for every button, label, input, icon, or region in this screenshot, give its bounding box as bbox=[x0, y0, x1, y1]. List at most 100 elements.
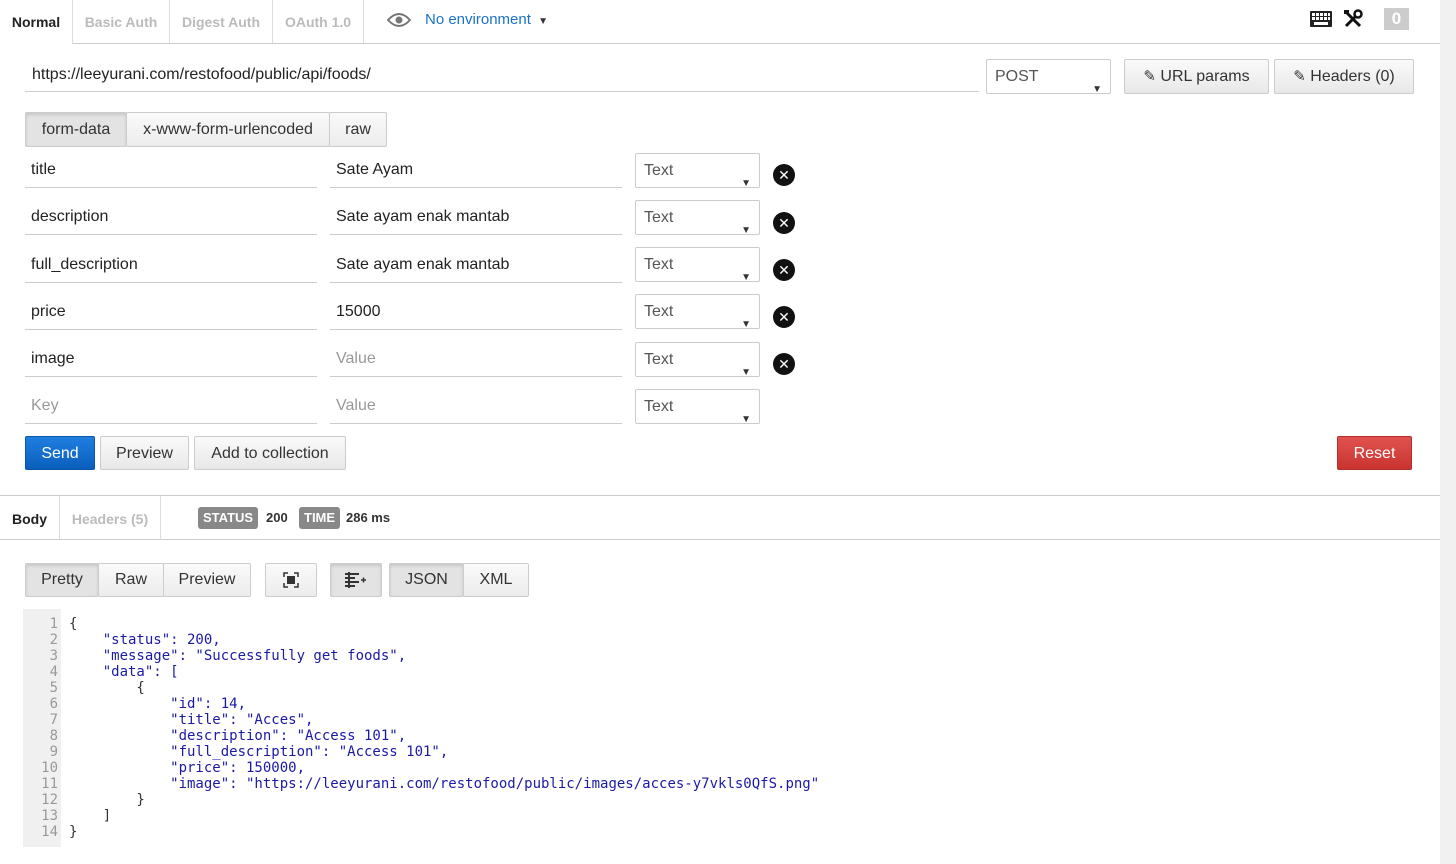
code-line-link[interactable]: "image": "https://leeyurani.com/restofoo… bbox=[69, 776, 819, 792]
line-number: 7 bbox=[49, 712, 58, 728]
value-input[interactable]: Value bbox=[330, 342, 622, 377]
value-input[interactable]: Sate ayam enak mantab bbox=[330, 200, 622, 235]
value-input[interactable]: Sate ayam enak mantab bbox=[330, 248, 622, 283]
line-number: 2 bbox=[49, 632, 58, 648]
type-select[interactable]: Text ▼ bbox=[635, 389, 760, 425]
type-value: Text bbox=[644, 398, 674, 415]
wrap-lines-icon bbox=[345, 572, 366, 588]
fullscreen-button[interactable] bbox=[265, 563, 317, 597]
line-number: 3 bbox=[49, 648, 58, 664]
keyboard-icon[interactable] bbox=[1309, 10, 1333, 28]
headers-label: Headers (0) bbox=[1310, 68, 1395, 85]
method-select[interactable]: POST ▼ bbox=[986, 59, 1111, 95]
url-input[interactable]: https://leeyurani.com/restofood/public/a… bbox=[25, 58, 979, 92]
caret-down-icon: ▼ bbox=[1092, 83, 1102, 95]
tab-xml[interactable]: XML bbox=[463, 563, 529, 597]
code-line: "data": [ bbox=[69, 664, 179, 680]
caret-down-icon: ▼ bbox=[538, 16, 548, 27]
remove-row-icon[interactable]: ✕ bbox=[773, 164, 795, 186]
send-button[interactable]: Send bbox=[25, 436, 95, 470]
type-select[interactable]: Text ▼ bbox=[635, 294, 760, 330]
type-select[interactable]: Text ▼ bbox=[635, 200, 760, 236]
code-line: } bbox=[69, 824, 78, 840]
reset-button[interactable]: Reset bbox=[1337, 436, 1412, 470]
url-params-label: URL params bbox=[1160, 68, 1250, 85]
line-number: 13 bbox=[41, 808, 58, 824]
status-badge: STATUS bbox=[198, 507, 259, 529]
type-value: Text bbox=[644, 209, 674, 226]
environment-label: No environment bbox=[425, 11, 531, 28]
vertical-scrollbar[interactable] bbox=[1440, 0, 1456, 864]
value-input[interactable]: Value bbox=[330, 389, 622, 424]
settings-tools-icon[interactable] bbox=[1343, 9, 1363, 29]
type-value: Text bbox=[644, 256, 674, 273]
line-number: 9 bbox=[49, 744, 58, 760]
key-input[interactable]: Key bbox=[25, 389, 317, 424]
tab-response-body[interactable]: Body bbox=[0, 496, 60, 540]
tab-pretty[interactable]: Pretty bbox=[25, 563, 99, 597]
type-select[interactable]: Text ▼ bbox=[635, 247, 760, 283]
key-input[interactable]: title bbox=[25, 153, 317, 188]
code-line: "message": "Successfully get foods", bbox=[69, 648, 407, 664]
caret-down-icon: ▼ bbox=[741, 318, 751, 330]
remove-row-icon[interactable]: ✕ bbox=[773, 306, 795, 328]
edit-icon: ✎ bbox=[1293, 68, 1306, 85]
tab-basic-auth[interactable]: Basic Auth bbox=[73, 0, 170, 43]
line-number: 5 bbox=[49, 680, 58, 696]
environment-selector[interactable]: No environment ▼ bbox=[425, 0, 548, 40]
type-value: Text bbox=[644, 162, 674, 179]
code-line: "id": 14, bbox=[69, 696, 247, 712]
time-badge: TIME bbox=[299, 507, 341, 529]
tab-form-data[interactable]: form-data bbox=[25, 112, 127, 147]
tab-preview-response[interactable]: Preview bbox=[163, 563, 251, 597]
tab-raw[interactable]: raw bbox=[329, 112, 387, 147]
status-value: 200 bbox=[266, 510, 288, 525]
tab-x-www-form-urlencoded[interactable]: x-www-form-urlencoded bbox=[126, 112, 330, 147]
code-line: "title": "Acces", bbox=[69, 712, 314, 728]
add-to-collection-button[interactable]: Add to collection bbox=[194, 436, 346, 470]
edit-icon: ✎ bbox=[1143, 68, 1156, 85]
key-input[interactable]: full_description bbox=[25, 248, 317, 283]
value-input[interactable]: 15000 bbox=[330, 295, 622, 330]
tab-json[interactable]: JSON bbox=[389, 563, 464, 597]
notification-count-badge[interactable]: 0 bbox=[1384, 8, 1409, 30]
line-number: 6 bbox=[49, 696, 58, 712]
key-input[interactable]: price bbox=[25, 295, 317, 330]
tab-response-headers[interactable]: Headers (5) bbox=[60, 496, 161, 540]
code-line: "description": "Access 101", bbox=[69, 728, 407, 744]
caret-down-icon: ▼ bbox=[741, 413, 751, 425]
code-line: ] bbox=[69, 808, 112, 824]
value-input[interactable]: Sate Ayam bbox=[330, 153, 622, 188]
code-line: "status": 200, bbox=[69, 632, 221, 648]
caret-down-icon: ▼ bbox=[741, 366, 751, 378]
key-input[interactable]: image bbox=[25, 342, 317, 377]
eye-icon[interactable] bbox=[387, 12, 411, 28]
preview-button[interactable]: Preview bbox=[100, 436, 189, 470]
response-tab-bar: Body Headers (5) STATUS 200 TIME 286 ms bbox=[0, 495, 1440, 540]
remove-row-icon[interactable]: ✕ bbox=[773, 212, 795, 234]
url-params-button[interactable]: ✎ URL params bbox=[1124, 59, 1269, 94]
remove-row-icon[interactable]: ✕ bbox=[773, 259, 795, 281]
code-line: { bbox=[69, 680, 145, 696]
wrap-lines-button[interactable] bbox=[330, 563, 382, 597]
remove-row-icon[interactable]: ✕ bbox=[773, 353, 795, 375]
type-select[interactable]: Text ▼ bbox=[635, 153, 760, 189]
method-value: POST bbox=[995, 68, 1039, 85]
line-number: 14 bbox=[41, 824, 58, 840]
tab-oauth[interactable]: OAuth 1.0 bbox=[273, 0, 364, 43]
fullscreen-icon bbox=[283, 572, 299, 588]
type-value: Text bbox=[644, 303, 674, 320]
tab-normal[interactable]: Normal bbox=[0, 0, 73, 44]
code-line: "full_description": "Access 101", bbox=[69, 744, 449, 760]
tab-raw-response[interactable]: Raw bbox=[98, 563, 164, 597]
type-select[interactable]: Text ▼ bbox=[635, 342, 760, 378]
line-number: 10 bbox=[41, 760, 58, 776]
line-number: 8 bbox=[49, 728, 58, 744]
headers-button[interactable]: ✎ Headers (0) bbox=[1274, 59, 1414, 94]
key-input[interactable]: description bbox=[25, 200, 317, 235]
caret-down-icon: ▼ bbox=[741, 224, 751, 236]
code-line: "price": 150000, bbox=[69, 760, 306, 776]
caret-down-icon: ▼ bbox=[741, 271, 751, 283]
tab-digest-auth[interactable]: Digest Auth bbox=[170, 0, 273, 43]
line-number: 4 bbox=[49, 664, 58, 680]
